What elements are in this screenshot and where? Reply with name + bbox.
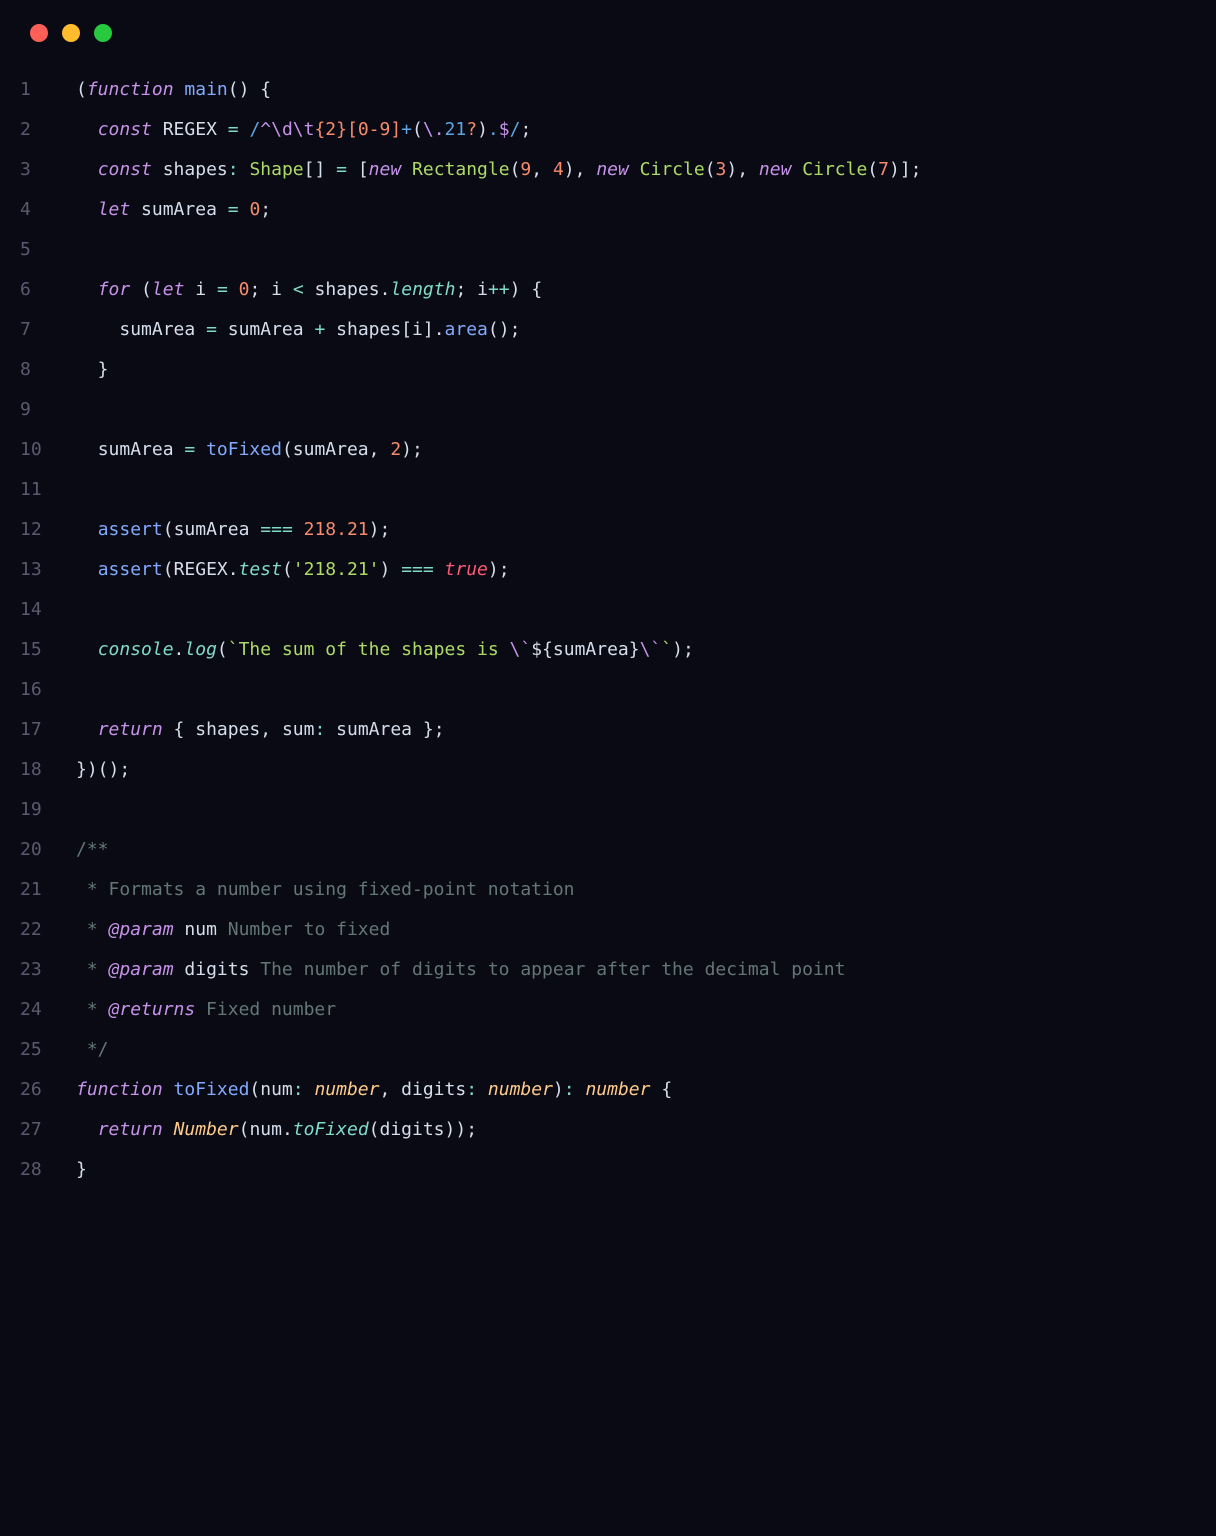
code-line — [76, 590, 1196, 630]
line-number: 12 — [20, 510, 52, 550]
line-number: 23 — [20, 950, 52, 990]
close-icon[interactable] — [30, 24, 48, 42]
line-number: 18 — [20, 750, 52, 790]
line-number: 8 — [20, 350, 52, 390]
code-line: * Formats a number using fixed-point not… — [76, 870, 1196, 910]
line-number: 11 — [20, 470, 52, 510]
code-line: /** — [76, 830, 1196, 870]
line-number: 2 — [20, 110, 52, 150]
code-line: assert(REGEX.test('218.21') === true); — [76, 550, 1196, 590]
code-editor[interactable]: 1234567891011121314151617181920212223242… — [20, 70, 1196, 1190]
line-number: 20 — [20, 830, 52, 870]
line-number: 24 — [20, 990, 52, 1030]
code-line — [76, 790, 1196, 830]
line-number: 14 — [20, 590, 52, 630]
code-line: const shapes: Shape[] = [new Rectangle(9… — [76, 150, 1196, 190]
code-line: * @returns Fixed number — [76, 990, 1196, 1030]
code-line: return Number(num.toFixed(digits)); — [76, 1110, 1196, 1150]
editor-window: 1234567891011121314151617181920212223242… — [0, 0, 1216, 1210]
line-number: 21 — [20, 870, 52, 910]
code-line — [76, 470, 1196, 510]
line-number: 25 — [20, 1030, 52, 1070]
code-line: function toFixed(num: number, digits: nu… — [76, 1070, 1196, 1110]
code-line: * @param digits The number of digits to … — [76, 950, 1196, 990]
code-line: })(); — [76, 750, 1196, 790]
line-number: 4 — [20, 190, 52, 230]
line-number: 22 — [20, 910, 52, 950]
code-content[interactable]: (function main() { const REGEX = /^\d\t{… — [76, 70, 1196, 1190]
code-line: sumArea = toFixed(sumArea, 2); — [76, 430, 1196, 470]
code-line — [76, 390, 1196, 430]
code-line: console.log(`The sum of the shapes is \`… — [76, 630, 1196, 670]
line-number: 9 — [20, 390, 52, 430]
code-line: */ — [76, 1030, 1196, 1070]
code-line: sumArea = sumArea + shapes[i].area(); — [76, 310, 1196, 350]
line-number: 7 — [20, 310, 52, 350]
line-number: 10 — [20, 430, 52, 470]
line-number: 6 — [20, 270, 52, 310]
line-number: 13 — [20, 550, 52, 590]
code-line: (function main() { — [76, 70, 1196, 110]
window-controls — [30, 24, 1196, 42]
maximize-icon[interactable] — [94, 24, 112, 42]
minimize-icon[interactable] — [62, 24, 80, 42]
code-line: const REGEX = /^\d\t{2}[0-9]+(\.21?).$/; — [76, 110, 1196, 150]
line-number: 19 — [20, 790, 52, 830]
line-number: 1 — [20, 70, 52, 110]
code-line: } — [76, 350, 1196, 390]
line-number: 27 — [20, 1110, 52, 1150]
code-line: for (let i = 0; i < shapes.length; i++) … — [76, 270, 1196, 310]
code-line — [76, 670, 1196, 710]
line-number: 3 — [20, 150, 52, 190]
line-number: 28 — [20, 1150, 52, 1190]
code-line — [76, 230, 1196, 270]
code-line: return { shapes, sum: sumArea }; — [76, 710, 1196, 750]
code-line: } — [76, 1150, 1196, 1190]
code-line: * @param num Number to fixed — [76, 910, 1196, 950]
line-number: 5 — [20, 230, 52, 270]
line-number: 15 — [20, 630, 52, 670]
line-number: 26 — [20, 1070, 52, 1110]
line-number: 16 — [20, 670, 52, 710]
code-line: let sumArea = 0; — [76, 190, 1196, 230]
line-number-gutter: 1234567891011121314151617181920212223242… — [20, 70, 76, 1190]
line-number: 17 — [20, 710, 52, 750]
code-line: assert(sumArea === 218.21); — [76, 510, 1196, 550]
